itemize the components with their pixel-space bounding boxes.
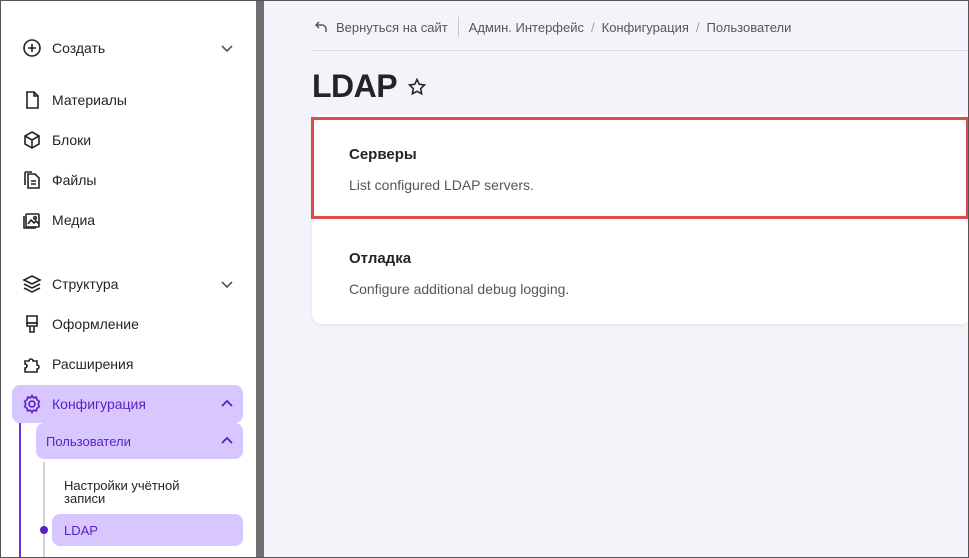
sidebar-item-label: записи (64, 491, 106, 506)
active-marker (40, 526, 48, 534)
sidebar-item-label: Оформление (52, 316, 139, 332)
gear-icon (22, 394, 42, 414)
tree-line (19, 423, 21, 558)
sidebar-resize-handle[interactable] (256, 0, 264, 558)
admin-list-card: Серверы List configured LDAP servers. От… (312, 114, 969, 324)
debug-title[interactable]: Отладка (349, 250, 569, 267)
chevron-down-icon (221, 45, 233, 53)
sidebar-item-label: Расширения (52, 356, 134, 372)
layers-icon (22, 274, 42, 294)
sidebar-item-label: Структура (52, 276, 119, 292)
debug-item[interactable]: Отладка Configure additional debug loggi… (349, 250, 569, 297)
sidebar-item-label: Файлы (52, 172, 97, 188)
create-menu[interactable]: Создать (12, 29, 243, 67)
create-label: Создать (52, 40, 106, 56)
files-icon (22, 170, 42, 190)
servers-description: List configured LDAP servers. (349, 177, 534, 193)
file-icon (22, 90, 42, 110)
header-divider (312, 50, 969, 51)
sidebar-item-blocks[interactable]: Блоки (12, 121, 243, 159)
breadcrumb-item[interactable]: Пользователи (707, 20, 792, 35)
breadcrumb: Вернуться на сайт Админ. Интерфейс / Кон… (314, 14, 791, 40)
back-arrow-icon (314, 21, 327, 32)
sidebar-item-label: Медиа (52, 212, 96, 228)
main-content: Вернуться на сайт Админ. Интерфейс / Кон… (264, 0, 969, 558)
sidebar: Создать Материалы Блоки Файлы Медиа Стру… (0, 0, 256, 558)
sidebar-item-label: LDAP (64, 522, 98, 538)
sidebar-item-files[interactable]: Файлы (12, 161, 243, 199)
servers-item[interactable]: Серверы List configured LDAP servers. (349, 146, 534, 193)
back-to-site-link[interactable]: Вернуться на сайт (314, 20, 448, 35)
puzzle-icon (22, 354, 42, 374)
sidebar-item-media[interactable]: Медиа (12, 201, 243, 239)
chevron-up-icon (221, 436, 233, 444)
breadcrumb-separator: / (695, 19, 700, 35)
sidebar-item-account-settings[interactable]: Настройки учётной записи (52, 479, 243, 505)
sidebar-item-label: Материалы (52, 92, 127, 108)
sidebar-item-label: Конфигурация (52, 396, 146, 412)
sidebar-item-users[interactable]: Пользователи (36, 423, 243, 459)
star-icon[interactable] (407, 77, 427, 97)
debug-description: Configure additional debug logging. (349, 281, 570, 297)
breadcrumb-divider (457, 17, 459, 37)
chevron-down-icon (221, 281, 233, 289)
back-label: Вернуться на сайт (336, 19, 448, 35)
page-title: LDAP (312, 68, 427, 105)
breadcrumb-item[interactable]: Конфигурация (602, 20, 689, 35)
sidebar-item-structure[interactable]: Структура (12, 265, 243, 303)
sidebar-item-content[interactable]: Материалы (12, 81, 243, 119)
tree-line (43, 462, 45, 558)
plus-circle-icon (22, 38, 42, 58)
sidebar-item-label: Пользователи (46, 433, 131, 449)
chevron-up-icon (221, 399, 233, 407)
sidebar-item-ldap[interactable]: LDAP (52, 514, 243, 546)
sidebar-item-configuration[interactable]: Конфигурация (12, 385, 243, 423)
cube-icon (22, 130, 42, 150)
card-divider (312, 218, 969, 219)
image-icon (22, 210, 42, 230)
sidebar-item-label: Блоки (52, 132, 92, 148)
sidebar-item-appearance[interactable]: Оформление (12, 305, 243, 343)
brush-icon (22, 314, 42, 334)
sidebar-item-extensions[interactable]: Расширения (12, 345, 243, 383)
page-title-text: LDAP (312, 68, 398, 104)
servers-title[interactable]: Серверы (349, 146, 534, 163)
breadcrumb-separator: / (591, 19, 595, 35)
breadcrumb-item[interactable]: Админ. Интерфейс (469, 20, 584, 35)
